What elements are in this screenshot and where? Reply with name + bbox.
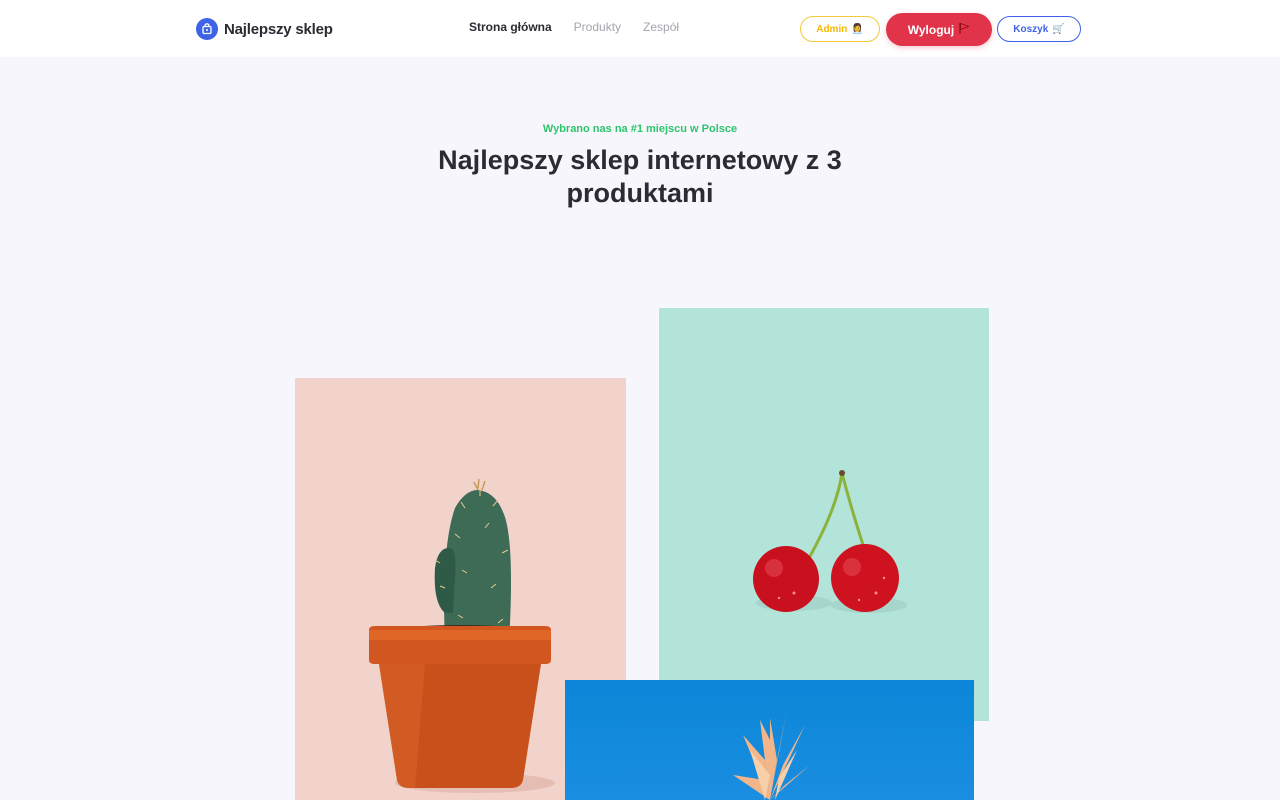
nav-link-team[interactable]: Zespół <box>643 20 679 34</box>
flag-icon <box>958 22 970 37</box>
cart-button-label: Koszyk <box>1013 23 1049 35</box>
shopping-bag-icon <box>196 18 218 40</box>
logout-button-label: Wyloguj <box>907 22 955 37</box>
product-image-pineapple <box>565 680 974 800</box>
hero-eyebrow: Wybrano nas na #1 miejscu w Polsce <box>542 123 738 135</box>
cart-button[interactable]: Koszyk 🛒 <box>997 16 1081 42</box>
product-image-cherry <box>659 308 989 721</box>
nav-link-home[interactable]: Strona główna <box>469 20 552 34</box>
logout-button[interactable]: Wyloguj <box>886 13 992 46</box>
admin-icon: 👩‍💼 <box>851 23 864 35</box>
nav-link-products[interactable]: Produkty <box>574 20 621 34</box>
hero-title: Najlepszy sklep internetowy z 3 produkta… <box>438 145 842 208</box>
main-nav: Strona główna Produkty Zespół <box>469 20 679 34</box>
cart-icon: 🛒 <box>1052 23 1065 35</box>
admin-button-label: Admin <box>816 23 848 35</box>
brand-logo-link[interactable]: Najlepszy sklep <box>196 17 333 41</box>
top-navbar: Najlepszy sklep Strona główna Produkty Z… <box>0 0 1280 57</box>
brand-name: Najlepszy sklep <box>224 20 333 38</box>
admin-button[interactable]: Admin 👩‍💼 <box>800 16 880 42</box>
